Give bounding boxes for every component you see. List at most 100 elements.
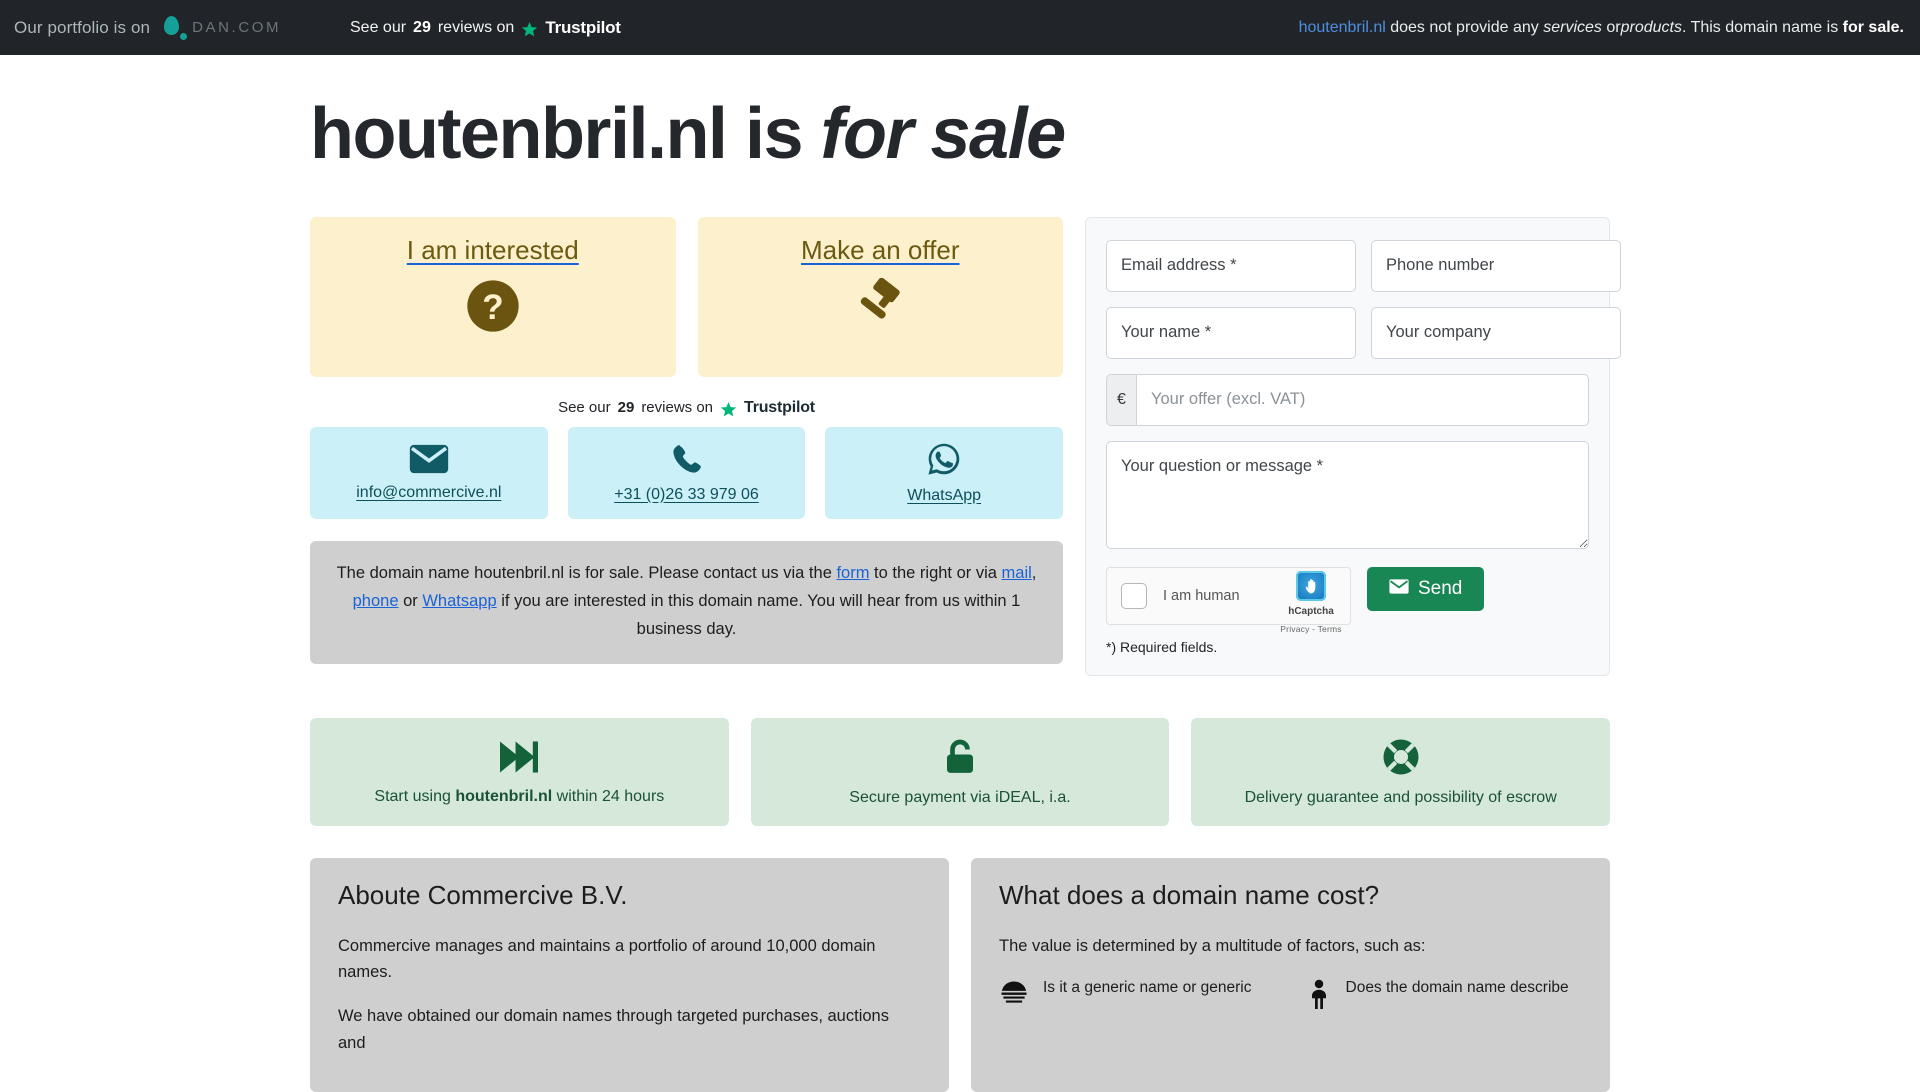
about-card: Aboute Commercive B.V. Commercive manage… [310,857,949,1092]
portfolio-label: Our portfolio is on [14,17,151,37]
disclaimer-domain: houtenbril.nl [1298,18,1386,36]
trustpilot-wordmark-inline: Trustpilot [744,398,815,416]
dan-mark-icon [162,15,188,41]
dan-logo: DAN.COM [162,15,281,41]
hcaptcha-label: I am human [1163,587,1240,604]
fast-forward-icon [498,738,540,776]
contact-card-email[interactable]: info@commercive.nl [310,426,548,519]
cta-row: I am interested ? Make an offer [310,216,1063,377]
hcaptcha-checkbox[interactable] [1121,582,1147,609]
feature-delivery-guarantee-text: Delivery guarantee and possibility of es… [1244,788,1557,806]
hcaptcha-logo-icon [1296,570,1326,601]
about-paragraph-1: Commercive manages and maintains a portf… [338,936,876,981]
phone-link[interactable]: +31 (0)26 33 979 06 [614,486,759,504]
hero-is: is [744,94,804,174]
message-field[interactable] [1106,440,1589,549]
feature-row: Start using houtenbril.nl within 24 hour… [310,717,1611,826]
send-button-label: Send [1418,577,1463,599]
feature-fast-delivery: Start using houtenbril.nl within 24 hour… [310,717,729,826]
trustpilot-star-icon [521,21,538,38]
disclaimer-or: or [1606,18,1621,36]
trustline-prefix: See our [558,399,611,417]
cost-intro: The value is determined by a multitude o… [999,936,1426,955]
cta-card-interested[interactable]: I am interested ? [310,216,676,377]
about-heading: Aboute Commercive B.V. [338,879,628,910]
hcaptcha-policy-links[interactable]: Privacy - Terms [1280,624,1341,634]
phone-field[interactable] [1371,239,1621,292]
cta-make-offer-link[interactable]: Make an offer [801,235,960,266]
envelope-icon [409,444,449,474]
disclaimer-for-sale: for sale. [1842,18,1904,36]
lifebuoy-icon [1381,737,1421,777]
form-row-1 [1106,239,1621,292]
trustpilot-badge-top[interactable]: See our 29 reviews on Trustpilot [350,18,621,38]
disclaimer-em-services: services [1543,18,1602,36]
contact-form: € I am human [1085,216,1621,676]
person-icon [1306,979,1332,1009]
whatsapp-link[interactable]: WhatsApp [907,487,981,505]
form-row-2 [1106,306,1621,359]
domain-disclaimer: houtenbril.nl does not provide any servi… [1299,19,1904,37]
trust-review-count: 29 [413,18,431,36]
feature-1-pre: Start using [374,787,456,805]
infobox-text-3: , [1031,563,1037,582]
trust-mid: reviews on [437,18,515,36]
cost-heading: What does a domain name cost? [999,879,1380,910]
cta-card-make-offer[interactable]: Make an offer [697,216,1063,377]
infobox-whatsapp-link[interactable]: Whatsapp [422,592,496,610]
left-column: I am interested ? Make an offer See our … [310,216,1064,664]
question-mark-circle-icon: ? [465,278,521,339]
email-link[interactable]: info@commercive.nl [356,484,501,502]
infobox-form-link[interactable]: form [836,564,869,582]
cta-interested-link[interactable]: I am interested [407,235,579,266]
disclaimer-text-1: does not provide any [1390,18,1539,36]
infobox-text-1: The domain name houtenbril.nl is for sal… [336,563,837,582]
phone-icon [670,442,704,476]
email-field[interactable] [1106,239,1356,292]
feature-secure-payment-text: Secure payment via iDEAL, i.a. [849,788,1071,806]
dan-wordmark: DAN.COM [192,19,282,36]
hero-domain: houtenbril.nl [310,94,728,174]
trustpilot-badge-inline[interactable]: See our 29 reviews on Trustpilot [310,399,1063,417]
hcaptcha-branding: hCaptcha Privacy - Terms [1280,570,1342,637]
svg-text:?: ? [482,287,503,326]
gavel-icon [849,277,911,339]
offer-field[interactable] [1136,373,1589,426]
hero-for-sale: for sale [820,94,1067,174]
disclaimer-text-2: . This domain name is [1681,18,1839,36]
feature-delivery-guarantee: Delivery guarantee and possibility of es… [1191,717,1611,826]
name-field[interactable] [1106,306,1356,359]
trustpilot-star-icon-inline [720,401,737,418]
cost-card: What does a domain name cost? The value … [971,857,1610,1092]
send-button[interactable]: Send [1367,566,1485,611]
feature-secure-payment: Secure payment via iDEAL, i.a. [750,717,1170,826]
infobox-phone-link[interactable]: phone [353,592,399,610]
trustline-count: 29 [617,399,635,417]
hcaptcha-widget[interactable]: I am human hCaptcha Privacy - Terms [1106,566,1351,634]
infobox-text-5: if you are interested in this domain nam… [496,591,1021,639]
contact-card-whatsapp[interactable]: WhatsApp [825,426,1064,519]
cost-factor-describe-text: Does the domain name describe [1345,978,1569,996]
whatsapp-icon [926,441,962,477]
feature-1-post: within 24 hours [552,787,665,805]
trustline-mid: reviews on [641,399,714,417]
required-fields-note: *) Required fields. [1106,638,1218,655]
cost-factor-generic-text: Is it a generic name or generic [1043,978,1252,996]
infobox-text-4: or [398,591,423,610]
hcaptcha-brand-name: hCaptcha [1288,605,1334,617]
main-content: I am interested ? Make an offer See our … [310,216,1621,676]
currency-symbol: € [1106,373,1136,426]
offer-input-group: € [1106,373,1589,426]
feature-1-strong: houtenbril.nl [455,787,553,805]
domain-info-box: The domain name houtenbril.nl is for sal… [310,540,1063,664]
about-paragraph-2: We have obtained our domain names throug… [338,1007,889,1052]
trustpilot-wordmark: Trustpilot [545,17,621,37]
company-field[interactable] [1371,306,1621,359]
feature-fast-delivery-text: Start using houtenbril.nl within 24 hour… [374,788,664,806]
contact-card-phone[interactable]: +31 (0)26 33 979 06 [567,426,806,519]
top-announcement-bar: Our portfolio is on DAN.COM See our 29 r… [0,0,1920,55]
globe-icon [999,979,1029,1009]
trust-prefix: See our [350,18,407,36]
page-title: houtenbril.nl is for sale [310,94,1610,174]
infobox-mail-link[interactable]: mail [1002,564,1032,582]
